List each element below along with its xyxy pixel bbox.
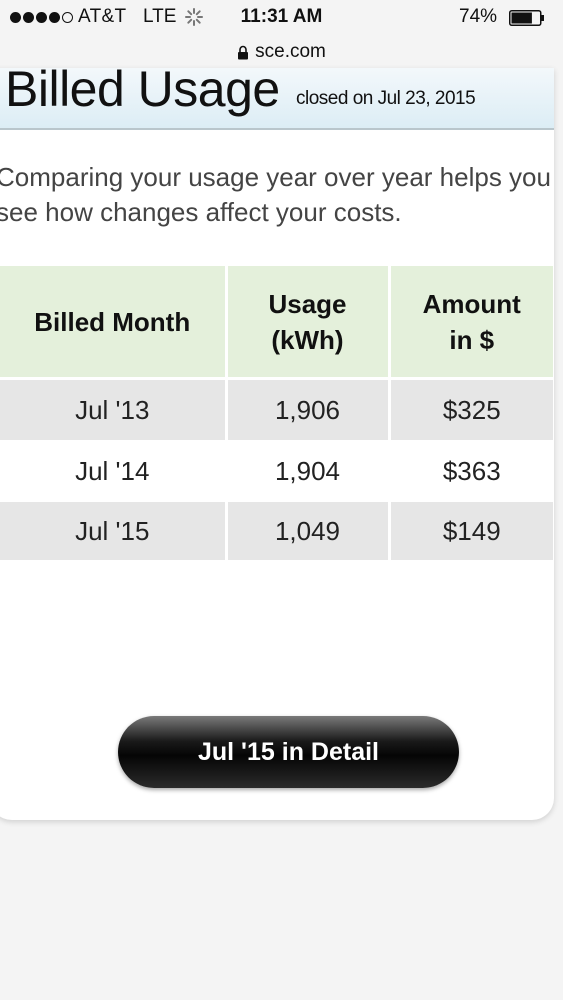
header-usage-line2: (kWh) (271, 324, 344, 355)
cell-amount: $325 (389, 378, 553, 440)
description-line: Comparing your usage year over year help… (0, 162, 551, 192)
battery-icon (509, 10, 544, 26)
section-header: Billed Usage closed on Jul 23, 2015 (0, 68, 554, 130)
header-billed-month: Billed Month (0, 266, 228, 380)
month-detail-button[interactable]: Jul '15 in Detail (118, 716, 459, 788)
battery-percentage: 74% (459, 6, 498, 27)
description-text: Comparing your usage year over year help… (0, 160, 554, 230)
url-text: sce.com (255, 41, 326, 62)
billed-usage-card: Billed Usage closed on Jul 23, 2015 Comp… (0, 68, 554, 820)
closed-date-subtitle: closed on Jul 23, 2015 (296, 88, 476, 109)
header-usage: Usage (kWh) (226, 266, 391, 380)
lock-icon (238, 45, 249, 59)
address-bar[interactable]: sce.com (0, 36, 563, 68)
table-row: Jul '15 1,049 $149 (0, 502, 553, 560)
cell-amount: $149 (389, 502, 553, 560)
header-amount-line2: in $ (449, 324, 495, 355)
page-title: Billed Usage (5, 68, 280, 117)
usage-comparison-table: Billed Month Usage (kWh) Amount in $ Jul… (0, 266, 553, 560)
cell-usage: 1,906 (226, 378, 391, 440)
cell-amount: $363 (389, 440, 553, 502)
table-row: Jul '13 1,906 $325 (0, 378, 553, 440)
description-line: see how changes affect your costs. (0, 197, 402, 227)
cell-month: Jul '13 (0, 378, 228, 440)
table-row: Jul '14 1,904 $363 (0, 440, 553, 502)
header-amount: Amount in $ (389, 266, 553, 380)
cell-month: Jul '14 (0, 440, 228, 502)
cell-month: Jul '15 (0, 502, 228, 560)
cell-usage: 1,049 (226, 502, 391, 560)
cell-usage: 1,904 (226, 440, 391, 502)
header-usage-line1: Usage (268, 288, 347, 319)
status-bar: AT&T LTE 11:31 AM 74% (0, 0, 563, 36)
table-header-row: Billed Month Usage (kWh) Amount in $ (0, 266, 553, 380)
header-billed-month-label: Billed Month (34, 306, 191, 337)
header-amount-line1: Amount (422, 288, 521, 319)
